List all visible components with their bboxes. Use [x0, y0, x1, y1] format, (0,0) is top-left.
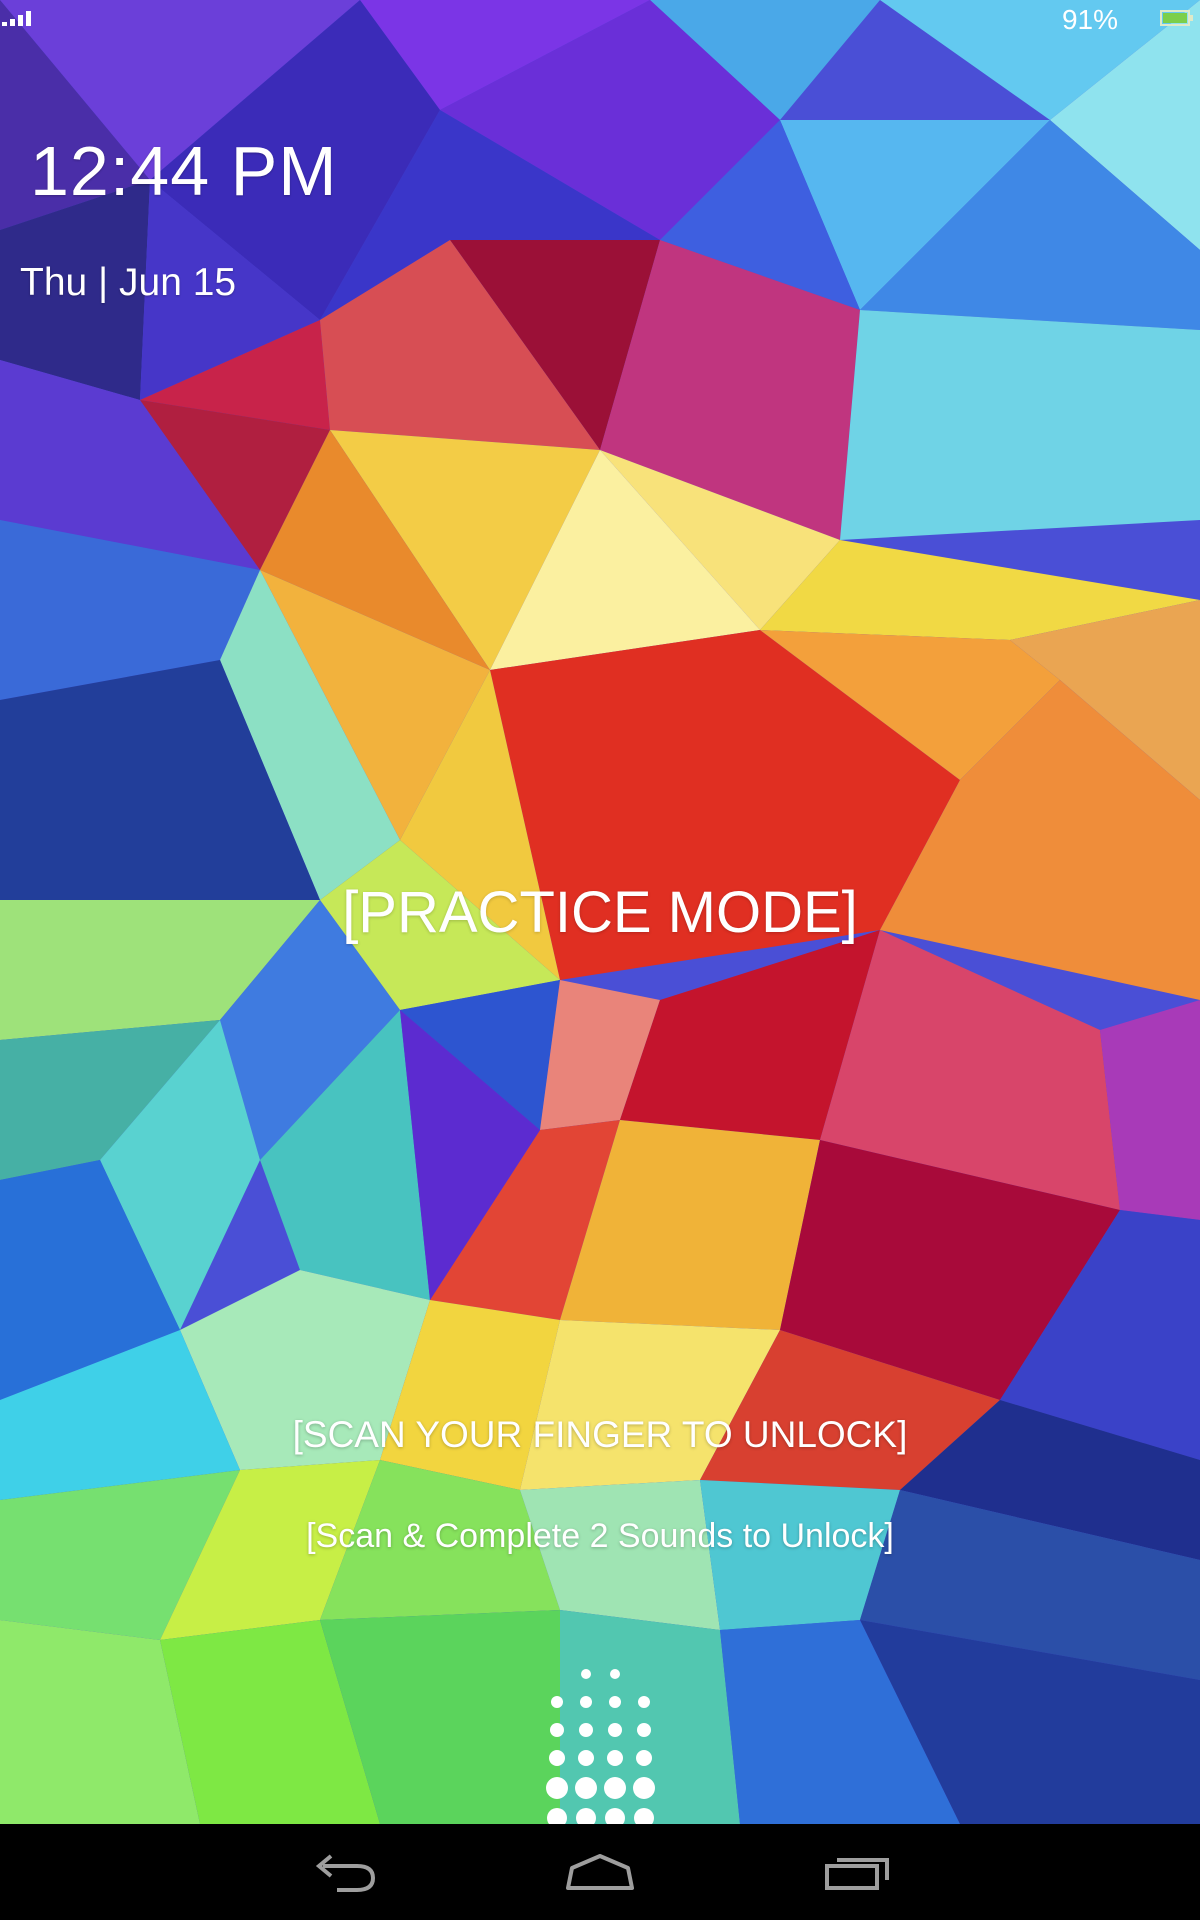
signal-bars-icon	[2, 11, 31, 26]
status-bar: 91%	[0, 0, 1200, 40]
practice-mode-label: [PRACTICE MODE]	[342, 880, 858, 945]
lock-date: Thu | Jun 15	[20, 261, 237, 304]
home-button[interactable]	[540, 1836, 660, 1908]
back-button[interactable]	[284, 1836, 404, 1908]
back-icon	[315, 1854, 376, 1892]
unlock-instruction: [SCAN YOUR FINGER TO UNLOCK]	[292, 1414, 908, 1455]
lock-clock-time: 12:44 PM	[30, 132, 338, 210]
lock-screen: 91% 12:44 PM Thu | Jun 15 [PRACTICE MODE…	[0, 0, 1200, 1824]
unlock-sub-instruction: [Scan & Complete 2 Sounds to Unlock]	[306, 1517, 894, 1555]
recent-apps-icon	[825, 1858, 889, 1890]
recent-apps-button[interactable]	[798, 1836, 918, 1908]
battery-icon	[1160, 10, 1193, 26]
fingerprint-scanner-icon[interactable]	[540, 1664, 660, 1824]
navigation-bar	[0, 1824, 1200, 1920]
battery-percentage: 91%	[1061, 4, 1118, 35]
home-icon	[566, 1854, 634, 1890]
